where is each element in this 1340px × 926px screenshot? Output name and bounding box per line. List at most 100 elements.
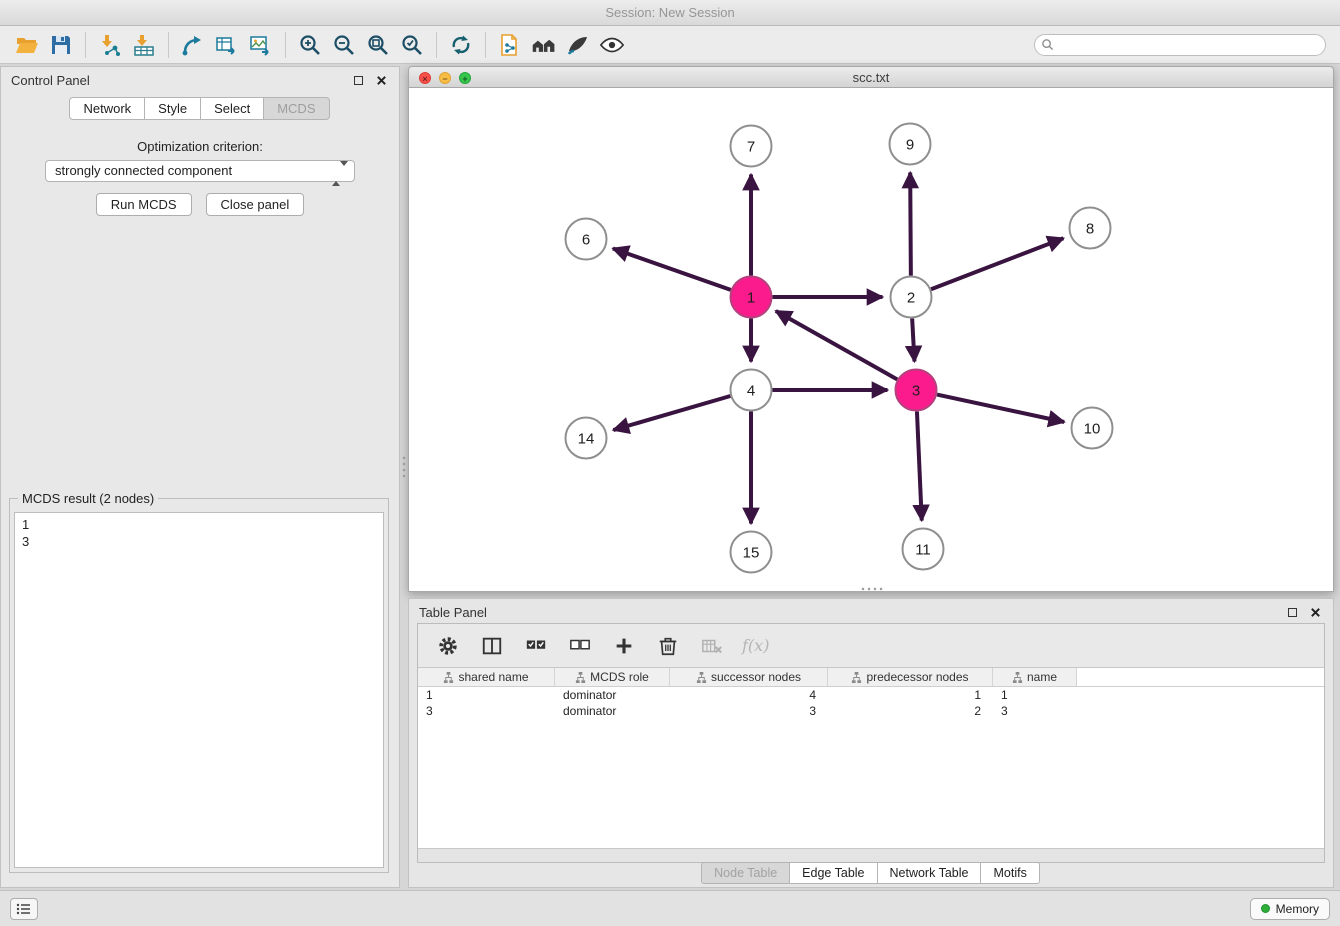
add-column-button[interactable] (610, 632, 638, 660)
table-cell[interactable]: 1 (993, 687, 1077, 703)
deselect-all-rows-button[interactable] (566, 632, 594, 660)
column-header-mcds-role[interactable]: MCDS role (555, 668, 670, 686)
graph-node-15[interactable]: 15 (731, 532, 772, 573)
table-cell[interactable]: 1 (828, 687, 993, 703)
zoom-window-button[interactable]: + (459, 72, 471, 84)
import-table-button[interactable] (127, 29, 161, 61)
table-body: 1dominator4113dominator323 (418, 687, 1324, 719)
search-input[interactable] (1034, 34, 1326, 56)
home-layout-button[interactable] (527, 29, 561, 61)
export-network-button[interactable] (176, 29, 210, 61)
column-header-shared-name[interactable]: shared name (418, 668, 555, 686)
graph-node-14[interactable]: 14 (566, 418, 607, 459)
table-cell[interactable]: 3 (670, 703, 828, 719)
vertical-splitter-grip[interactable] (401, 455, 407, 479)
graph-edge-1-6[interactable] (613, 248, 731, 289)
zoom-in-button[interactable] (293, 29, 327, 61)
table-cell[interactable]: 3 (993, 703, 1077, 719)
close-window-button[interactable]: × (419, 72, 431, 84)
network-window-titlebar[interactable]: × − + scc.txt (408, 66, 1334, 88)
tab-select[interactable]: Select (200, 97, 264, 120)
graph-edge-3-1[interactable] (776, 311, 897, 379)
refresh-button[interactable] (444, 29, 478, 61)
table-settings-button[interactable] (434, 632, 462, 660)
zoom-selected-button[interactable] (395, 29, 429, 61)
zoom-fit-button[interactable] (361, 29, 395, 61)
column-header-name[interactable]: name (993, 668, 1077, 686)
tab-network[interactable]: Network (69, 97, 145, 120)
graph-node-7[interactable]: 7 (731, 126, 772, 167)
table-cell[interactable]: dominator (555, 703, 670, 719)
chevron-up-down-icon (332, 164, 348, 184)
criterion-dropdown[interactable]: strongly connected component (45, 160, 355, 182)
run-mcds-button[interactable]: Run MCDS (96, 193, 192, 216)
open-session-button[interactable] (10, 29, 44, 61)
column-header-predecessor-nodes[interactable]: predecessor nodes (828, 668, 993, 686)
graph-node-6[interactable]: 6 (566, 219, 607, 260)
graph-node-3[interactable]: 3 (896, 370, 937, 411)
graph-node-11[interactable]: 11 (903, 529, 944, 570)
close-panel-button[interactable]: Close panel (206, 193, 305, 216)
column-header-successor-nodes[interactable]: successor nodes (670, 668, 828, 686)
graph-node-8[interactable]: 8 (1070, 208, 1111, 249)
select-all-rows-button[interactable] (522, 632, 550, 660)
graph-node-10[interactable]: 10 (1072, 408, 1113, 449)
table-row[interactable]: 3dominator323 (418, 703, 1324, 719)
graph-edge-3-11[interactable] (917, 411, 922, 520)
horizontal-splitter-grip[interactable] (860, 586, 884, 592)
graph-edge-2-3[interactable] (912, 318, 914, 361)
control-panel-close-button[interactable] (373, 72, 389, 88)
toolbar-separator (285, 32, 286, 58)
save-session-button[interactable] (44, 29, 78, 61)
delete-column-button[interactable] (654, 632, 682, 660)
graph-node-1[interactable]: 1 (731, 277, 772, 318)
tab-network-table[interactable]: Network Table (877, 862, 982, 884)
zoom-out-button[interactable] (327, 29, 361, 61)
table-cell[interactable]: dominator (555, 687, 670, 703)
table-cell[interactable]: 1 (418, 687, 555, 703)
graph-edge-3-10[interactable] (937, 395, 1064, 422)
minimize-window-button[interactable]: − (439, 72, 451, 84)
table-panel-header: Table Panel (409, 599, 1333, 625)
export-image-button[interactable] (244, 29, 278, 61)
function-builder-button[interactable]: f(x) (742, 636, 769, 655)
table-row[interactable]: 1dominator411 (418, 687, 1324, 703)
graph-edge-2-9[interactable] (910, 172, 911, 275)
graph-node-4[interactable]: 4 (731, 370, 772, 411)
zoom-out-icon (331, 33, 357, 57)
list-icon (16, 902, 32, 916)
graph-node-2[interactable]: 2 (891, 277, 932, 318)
table-horizontal-scrollbar[interactable] (418, 848, 1324, 862)
graph-edge-4-14[interactable] (613, 396, 730, 430)
svg-text:2: 2 (907, 290, 915, 307)
show-hide-button[interactable] (595, 29, 629, 61)
delete-table-button[interactable] (698, 632, 726, 660)
tab-motifs[interactable]: Motifs (980, 862, 1039, 884)
import-network-button[interactable] (93, 29, 127, 61)
memory-button[interactable]: Memory (1250, 898, 1330, 920)
tab-edge-table[interactable]: Edge Table (789, 862, 877, 884)
tab-mcds[interactable]: MCDS (263, 97, 329, 120)
clone-network-button[interactable] (493, 29, 527, 61)
table-panel-float-button[interactable] (1284, 604, 1300, 620)
trash-icon (657, 635, 679, 657)
column-type-icon (851, 672, 862, 683)
network-canvas[interactable]: 7 9 6 8 1 2 4 3 14 10 15 11 (408, 88, 1334, 592)
tab-style[interactable]: Style (144, 97, 201, 120)
control-panel-float-button[interactable] (350, 72, 366, 88)
graph-node-9[interactable]: 9 (890, 124, 931, 165)
graph-edge-2-8[interactable] (931, 238, 1063, 289)
task-history-button[interactable] (10, 898, 38, 920)
apply-style-button[interactable] (561, 29, 595, 61)
toolbar-separator (168, 32, 169, 58)
table-cell[interactable]: 4 (670, 687, 828, 703)
show-columns-button[interactable] (478, 632, 506, 660)
table-panel-close-button[interactable] (1307, 604, 1323, 620)
tab-node-table[interactable]: Node Table (701, 862, 790, 884)
table-panel: Table Panel (408, 598, 1334, 888)
column-header-label: MCDS role (590, 670, 649, 684)
toolbar-separator (85, 32, 86, 58)
export-table-button[interactable] (210, 29, 244, 61)
table-cell[interactable]: 2 (828, 703, 993, 719)
table-cell[interactable]: 3 (418, 703, 555, 719)
